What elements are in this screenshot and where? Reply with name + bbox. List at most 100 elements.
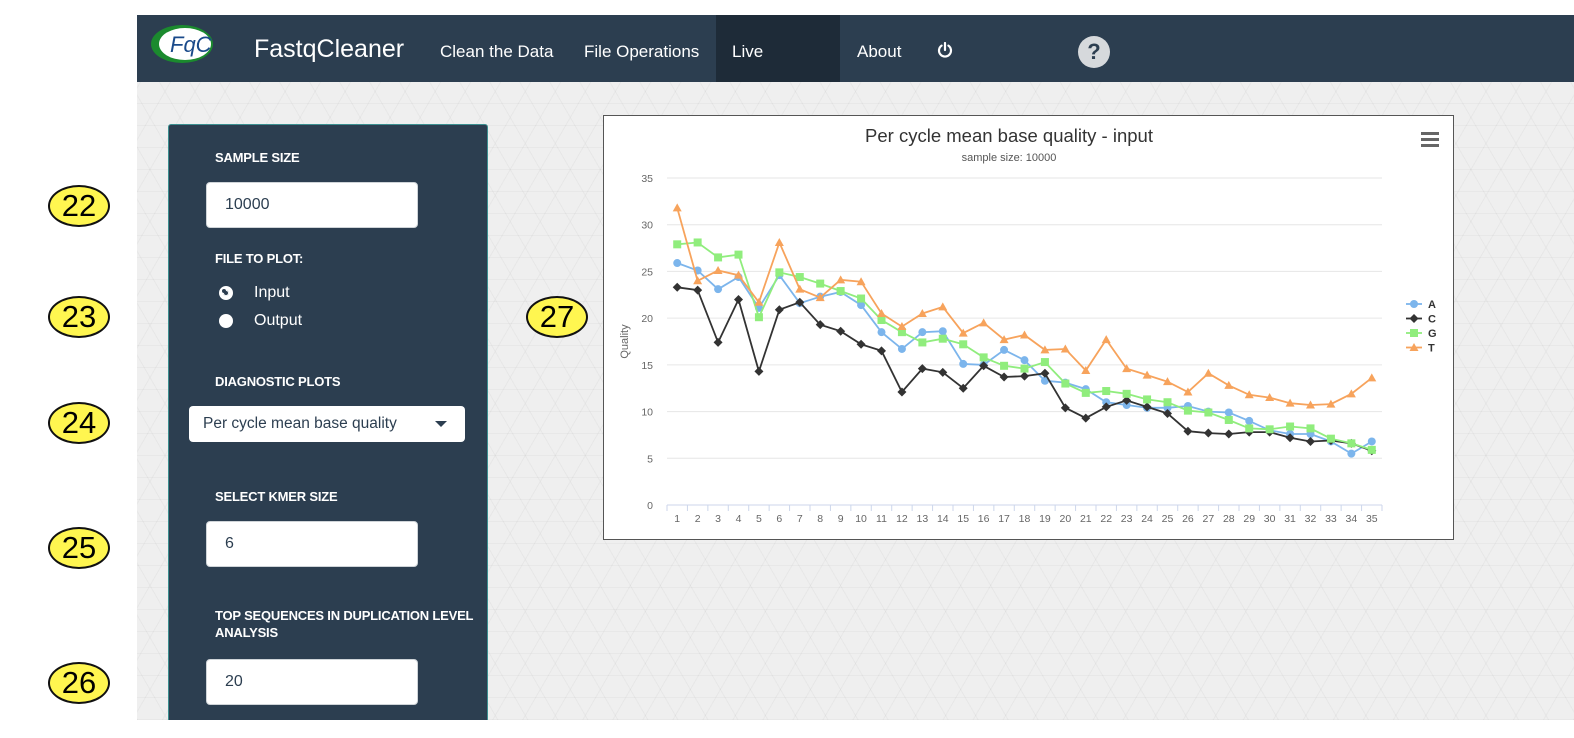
y-tick-label: 10 bbox=[641, 407, 653, 419]
data-point-C bbox=[734, 294, 743, 304]
nav-clean-the-data[interactable]: Clean the Data bbox=[424, 15, 569, 82]
data-point-A bbox=[918, 328, 927, 337]
data-point-G bbox=[734, 250, 743, 259]
data-point-C bbox=[836, 326, 846, 336]
top-sequences-input[interactable] bbox=[206, 659, 418, 705]
data-point-C bbox=[693, 285, 703, 295]
data-point-C bbox=[1020, 371, 1029, 381]
data-point-C bbox=[856, 339, 866, 349]
top-sequences-label: TOP SEQUENCES IN DUPLICATION LEVEL ANALY… bbox=[215, 608, 474, 640]
x-tick-label: 16 bbox=[978, 513, 990, 525]
y-tick-label: 15 bbox=[641, 360, 653, 372]
y-tick-label: 5 bbox=[647, 453, 653, 465]
data-point-A bbox=[1020, 356, 1029, 365]
x-tick-label: 20 bbox=[1060, 513, 1072, 525]
data-point-C bbox=[713, 337, 723, 347]
x-tick-label: 5 bbox=[756, 513, 762, 525]
data-point-G bbox=[1102, 387, 1111, 396]
data-point-G bbox=[754, 313, 763, 322]
x-tick-label: 17 bbox=[998, 513, 1010, 525]
data-point-G bbox=[1326, 434, 1335, 443]
x-tick-label: 22 bbox=[1100, 513, 1112, 525]
data-point-G bbox=[1000, 361, 1009, 370]
data-point-T bbox=[1020, 330, 1029, 339]
y-axis-label: Quality bbox=[619, 324, 631, 359]
data-point-C bbox=[1224, 429, 1234, 439]
kmer-size-input[interactable] bbox=[206, 521, 418, 567]
data-point-T bbox=[1367, 373, 1377, 382]
brand-title[interactable]: FastqCleaner bbox=[254, 35, 404, 64]
data-point-G bbox=[1122, 389, 1131, 398]
data-point-G bbox=[1347, 439, 1356, 448]
x-tick-label: 18 bbox=[1019, 513, 1031, 525]
data-point-G bbox=[693, 238, 702, 247]
x-tick-label: 23 bbox=[1121, 513, 1133, 525]
x-tick-label: 10 bbox=[855, 513, 867, 525]
radio-output-label[interactable]: Output bbox=[254, 312, 302, 330]
diagnostic-plots-label: DIAGNOSTIC PLOTS bbox=[215, 374, 341, 389]
data-point-A bbox=[959, 359, 968, 368]
legend-label-C: C bbox=[1428, 314, 1436, 326]
callout-24: 24 bbox=[48, 402, 110, 444]
data-point-G bbox=[714, 253, 723, 262]
radio-output[interactable] bbox=[219, 314, 233, 328]
data-point-T bbox=[1101, 335, 1111, 344]
data-point-G bbox=[979, 353, 988, 362]
data-point-C bbox=[1203, 428, 1213, 438]
data-point-T bbox=[693, 276, 703, 285]
legend-marker-G bbox=[1410, 329, 1418, 337]
data-point-A bbox=[673, 259, 682, 268]
x-tick-label: 29 bbox=[1243, 513, 1255, 525]
data-point-A bbox=[877, 328, 886, 337]
data-point-G bbox=[1020, 364, 1029, 373]
data-point-A bbox=[938, 327, 947, 336]
data-point-A bbox=[1367, 437, 1376, 446]
diagnostic-plots-select[interactable]: Per cycle mean base quality bbox=[189, 406, 465, 442]
x-tick-label: 7 bbox=[797, 513, 803, 525]
y-tick-label: 0 bbox=[647, 500, 653, 512]
chart-plot: 051015202530351 2 3 4 5 6 7 8 9 10 11 12 13 14 15 16 17 1… bbox=[619, 173, 1437, 525]
nav-live-results[interactable]: Live Results bbox=[716, 15, 840, 134]
x-tick-label: 1 bbox=[674, 513, 680, 525]
x-tick-label: 6 bbox=[776, 513, 782, 525]
sample-size-label: SAMPLE SIZE bbox=[215, 150, 300, 165]
data-point-A bbox=[1347, 449, 1356, 458]
legend-marker-A bbox=[1410, 300, 1418, 308]
help-icon[interactable]: ? bbox=[1078, 36, 1110, 68]
data-point-G bbox=[1163, 398, 1172, 407]
nav-about[interactable]: About bbox=[841, 15, 917, 82]
diagnostic-plots-value: Per cycle mean base quality bbox=[203, 415, 397, 432]
logo-text: FqC bbox=[170, 32, 212, 57]
data-point-T bbox=[1203, 368, 1213, 377]
radio-input-label[interactable]: Input bbox=[254, 284, 290, 302]
data-point-A bbox=[897, 344, 906, 353]
legend-label-T: T bbox=[1428, 343, 1435, 355]
sample-size-input[interactable] bbox=[206, 182, 418, 228]
x-tick-label: 19 bbox=[1039, 513, 1051, 525]
data-point-T bbox=[672, 203, 682, 212]
data-point-G bbox=[1040, 358, 1049, 367]
power-icon[interactable] bbox=[937, 41, 953, 58]
y-tick-label: 30 bbox=[641, 220, 653, 232]
data-point-T bbox=[713, 265, 723, 274]
chevron-down-icon bbox=[435, 421, 447, 427]
y-tick-label: 25 bbox=[641, 266, 653, 278]
logo[interactable]: FqC bbox=[149, 24, 215, 64]
x-tick-label: 32 bbox=[1305, 513, 1317, 525]
data-point-G bbox=[938, 334, 947, 343]
data-point-G bbox=[1367, 445, 1376, 454]
callout-27: 27 bbox=[526, 296, 588, 338]
radio-input[interactable] bbox=[219, 286, 233, 300]
x-tick-label: 24 bbox=[1141, 513, 1153, 525]
x-tick-label: 9 bbox=[838, 513, 844, 525]
x-tick-label: 15 bbox=[957, 513, 969, 525]
x-tick-label: 25 bbox=[1162, 513, 1174, 525]
x-tick-label: 34 bbox=[1346, 513, 1358, 525]
nav-file-operations[interactable]: File Operations bbox=[568, 15, 715, 82]
data-point-C bbox=[1306, 436, 1315, 446]
x-tick-label: 27 bbox=[1203, 513, 1215, 525]
data-point-T bbox=[795, 284, 805, 293]
callout-25: 25 bbox=[48, 527, 110, 569]
x-tick-label: 28 bbox=[1223, 513, 1235, 525]
y-tick-label: 35 bbox=[641, 173, 653, 185]
